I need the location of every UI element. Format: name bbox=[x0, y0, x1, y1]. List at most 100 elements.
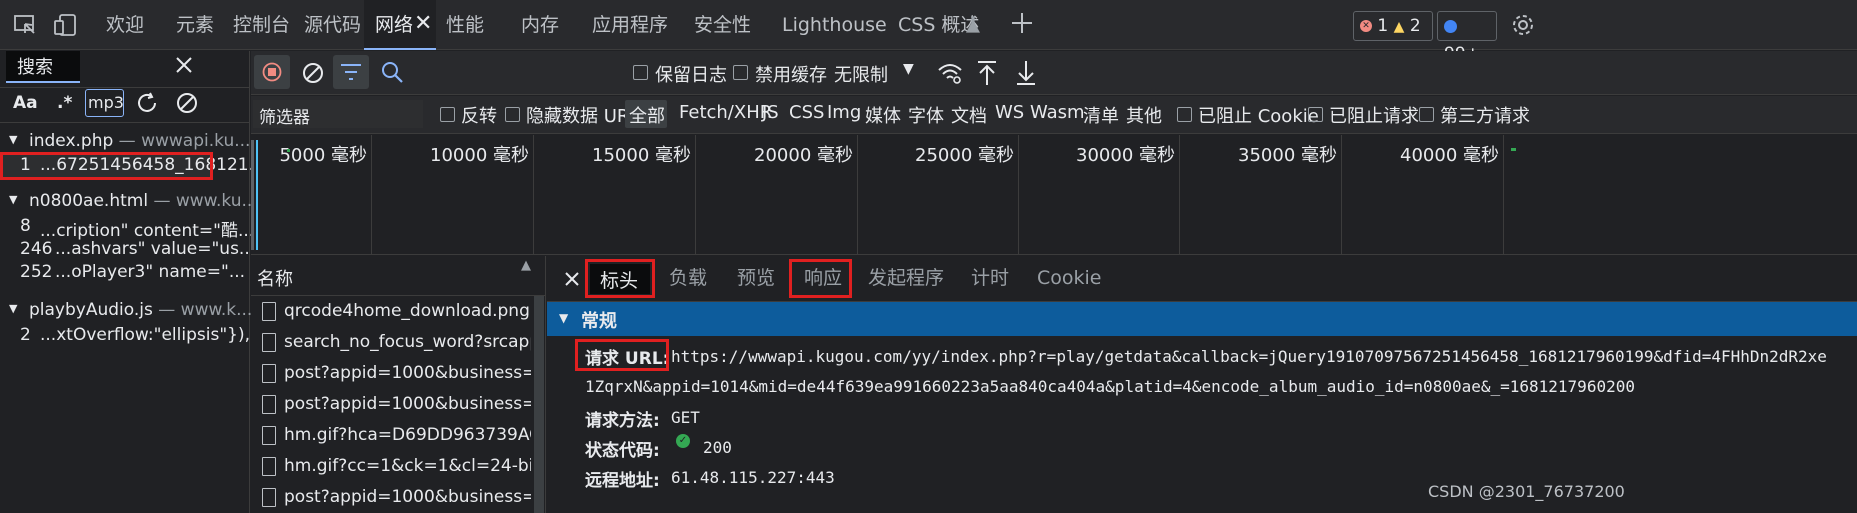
tab-payload[interactable]: 负载 bbox=[669, 256, 707, 301]
expand-triangle-icon[interactable]: ▼ bbox=[9, 193, 17, 206]
tab-elements[interactable]: 元素 bbox=[176, 0, 214, 50]
device-toolbar-icon[interactable] bbox=[53, 13, 79, 37]
type-ws[interactable]: WS bbox=[995, 102, 1024, 123]
invert-checkbox[interactable] bbox=[440, 107, 455, 122]
refresh-icon[interactable] bbox=[135, 91, 159, 115]
tab-welcome[interactable]: 欢迎 bbox=[106, 0, 144, 50]
request-row[interactable]: hm.gif?cc=1&ck=1&cl=24-bit... bbox=[251, 452, 531, 483]
preserve-log-checkbox[interactable] bbox=[633, 65, 648, 80]
search-icon[interactable] bbox=[380, 60, 404, 84]
type-fetch-xhr[interactable]: Fetch/XHR bbox=[679, 102, 772, 123]
general-section-title: 常规 bbox=[581, 311, 617, 332]
type-other[interactable]: 其他 bbox=[1126, 102, 1162, 128]
scrollbar-track[interactable] bbox=[534, 296, 544, 513]
match-case-button[interactable]: Aa bbox=[13, 93, 38, 113]
hide-data-url-checkbox[interactable] bbox=[505, 107, 520, 122]
third-party-checkbox[interactable] bbox=[1419, 107, 1434, 122]
line-match[interactable]: ...ashvars" value="us... bbox=[55, 239, 255, 259]
request-method-label: 请求方法: bbox=[585, 411, 660, 431]
type-img[interactable]: Img bbox=[827, 102, 861, 123]
network-conditions-icon[interactable] bbox=[937, 61, 963, 85]
line-match[interactable]: ...cription" content="酷... bbox=[40, 216, 254, 241]
general-section-header[interactable]: ▼ 常规 bbox=[547, 302, 1857, 336]
tab-memory[interactable]: 内存 bbox=[521, 0, 559, 50]
blocked-cookies-checkbox[interactable] bbox=[1177, 107, 1192, 122]
line-match[interactable]: ...oPlayer3" name="... bbox=[55, 262, 245, 282]
name-column-header[interactable]: 名称 ▲ bbox=[251, 256, 546, 296]
error-count: 1 bbox=[1377, 16, 1389, 36]
tab-lighthouse[interactable]: Lighthouse bbox=[782, 0, 887, 50]
error-icon: ✕ bbox=[1360, 20, 1372, 32]
blocked-requests-checkbox[interactable] bbox=[1308, 107, 1323, 122]
request-row[interactable]: post?appid=1000&business=... bbox=[251, 390, 531, 421]
request-row[interactable]: post?appid=1000&business=... bbox=[251, 483, 531, 513]
tab-performance[interactable]: 性能 bbox=[446, 0, 484, 50]
filter-toggle-button[interactable] bbox=[333, 55, 369, 89]
disable-cache-checkbox[interactable] bbox=[733, 65, 748, 80]
messages-counter[interactable]: 99+ bbox=[1437, 11, 1497, 64]
file-icon bbox=[262, 426, 276, 445]
type-wasm[interactable]: Wasm bbox=[1030, 102, 1085, 123]
search-panel: 搜索 Aa .* mp3 ▼ index.php — wwwapi.ku... … bbox=[0, 51, 266, 513]
close-details-icon[interactable] bbox=[564, 271, 580, 287]
line-number: 8 bbox=[20, 216, 31, 236]
search-tab[interactable]: 搜索 bbox=[6, 51, 80, 83]
clear-icon[interactable] bbox=[301, 61, 325, 85]
record-button[interactable] bbox=[254, 55, 290, 89]
tick-label: 25000 毫秒 bbox=[915, 145, 1014, 166]
tab-console[interactable]: 控制台 bbox=[233, 0, 290, 50]
close-search-icon[interactable] bbox=[174, 55, 194, 75]
timeline-activity-bar bbox=[251, 140, 254, 250]
inspect-element-icon[interactable] bbox=[13, 13, 37, 37]
result-file[interactable]: playbyAudio.js — www.k... bbox=[29, 300, 252, 320]
settings-gear-icon[interactable] bbox=[1510, 12, 1536, 38]
remote-address-value: 61.48.115.227:443 bbox=[671, 468, 835, 487]
line-number: 2 bbox=[20, 325, 31, 345]
issues-counter[interactable]: ✕ 1 ▲ 2 bbox=[1353, 11, 1433, 41]
type-font[interactable]: 字体 bbox=[908, 102, 944, 128]
type-media[interactable]: 媒体 bbox=[865, 102, 901, 128]
tab-initiator[interactable]: 发起程序 bbox=[868, 256, 944, 301]
highlight-box bbox=[789, 259, 852, 298]
tab-security[interactable]: 安全性 bbox=[694, 0, 751, 50]
line-match[interactable]: ...xtOverflow:"ellipsis"}),... bbox=[40, 325, 266, 345]
throttle-select[interactable]: 无限制 ▼ bbox=[827, 56, 923, 88]
tab-sources[interactable]: 源代码 bbox=[304, 0, 361, 50]
search-input[interactable]: mp3 bbox=[85, 89, 124, 117]
scroll-up-icon[interactable]: ▲ bbox=[521, 258, 531, 273]
divider bbox=[0, 87, 250, 88]
request-row[interactable]: search_no_focus_word?srcappi bbox=[251, 328, 531, 359]
expand-triangle-icon[interactable]: ▼ bbox=[9, 302, 17, 315]
export-har-icon[interactable] bbox=[1015, 60, 1037, 86]
tab-cookies[interactable]: Cookie bbox=[1037, 256, 1102, 301]
line-number: 246 bbox=[20, 239, 53, 259]
request-row[interactable]: post?appid=1000&business=... bbox=[251, 359, 531, 390]
name-header-label: 名称 bbox=[257, 269, 293, 290]
chevron-down-icon: ▼ bbox=[903, 61, 914, 77]
throttle-value: 无限制 bbox=[834, 65, 888, 86]
tick-label: 10000 毫秒 bbox=[430, 145, 529, 166]
network-toolbar: 保留日志 禁用缓存 无限制 ▼ bbox=[251, 51, 1857, 95]
type-manifest[interactable]: 清单 bbox=[1083, 102, 1119, 128]
import-har-icon[interactable] bbox=[976, 60, 998, 86]
result-file[interactable]: n0800ae.html — www.ku... bbox=[29, 191, 258, 211]
type-all-button[interactable]: 全部 bbox=[625, 100, 667, 128]
tab-preview[interactable]: 预览 bbox=[737, 256, 775, 301]
watermark: CSDN @2301_76737200 bbox=[1428, 482, 1625, 501]
more-tabs-plus-icon[interactable] bbox=[1010, 11, 1034, 35]
tab-timing[interactable]: 计时 bbox=[971, 256, 1009, 301]
clear-search-icon[interactable] bbox=[175, 91, 199, 115]
request-row[interactable]: qrcode4home_download.png bbox=[251, 297, 531, 328]
type-css[interactable]: CSS bbox=[789, 102, 824, 123]
request-method-value: GET bbox=[671, 408, 700, 427]
regex-button[interactable]: .* bbox=[57, 93, 72, 113]
timeline-overview[interactable]: 5000 毫秒 10000 毫秒 15000 毫秒 20000 毫秒 25000… bbox=[251, 135, 1857, 255]
filter-input[interactable]: 筛选器 bbox=[253, 100, 423, 128]
tab-application[interactable]: 应用程序 bbox=[592, 0, 668, 50]
request-row[interactable]: hm.gif?hca=D69DD963739AC... bbox=[251, 421, 531, 452]
request-details: 标头 负载 预览 响应 发起程序 计时 Cookie ▼ 常规 请求 URL: … bbox=[547, 256, 1857, 513]
type-doc[interactable]: 文档 bbox=[951, 102, 987, 128]
type-js[interactable]: JS bbox=[762, 102, 779, 123]
close-tab-icon[interactable]: ✕ bbox=[414, 13, 432, 35]
expand-triangle-icon[interactable]: ▼ bbox=[9, 133, 17, 146]
